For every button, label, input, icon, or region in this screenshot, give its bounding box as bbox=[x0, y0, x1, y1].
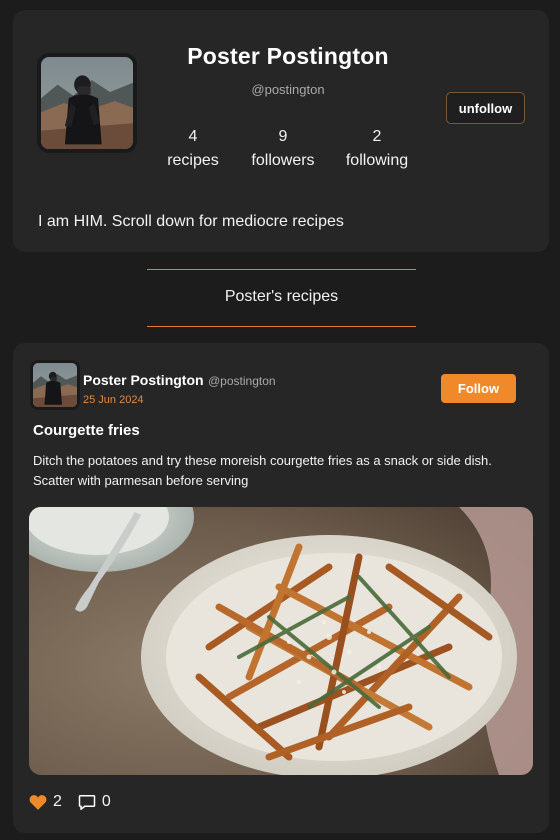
post-date: 25 Jun 2024 bbox=[83, 394, 144, 406]
recipe-photo bbox=[29, 507, 533, 775]
stat-recipes-count: 4 bbox=[188, 128, 198, 145]
profile-handle: @postington bbox=[251, 82, 325, 97]
stat-following[interactable]: 2 following bbox=[339, 125, 415, 173]
post-author-avatar[interactable] bbox=[30, 360, 80, 410]
stat-following-count: 2 bbox=[372, 128, 382, 145]
section-title: Poster's recipes bbox=[224, 288, 339, 305]
recipe-description: Ditch the potatoes and try these moreish… bbox=[33, 453, 492, 488]
recipe-image[interactable] bbox=[29, 507, 533, 775]
comment-count: 0 bbox=[101, 793, 111, 810]
like-button[interactable]: 2 bbox=[29, 793, 62, 811]
stat-recipes-label: recipes bbox=[167, 152, 219, 169]
recipe-title[interactable]: Courgette fries bbox=[33, 422, 140, 439]
heart-icon bbox=[29, 795, 47, 810]
like-count: 2 bbox=[53, 793, 62, 810]
stat-followers-count: 9 bbox=[278, 128, 288, 145]
profile-bio: I am HIM. Scroll down for mediocre recip… bbox=[38, 213, 344, 230]
post-author-handle: @postington bbox=[208, 374, 276, 388]
profile-name: Poster Postington bbox=[187, 43, 389, 69]
profile-page: Poster Postington @postington 4 recipes … bbox=[0, 0, 560, 840]
follow-button[interactable]: Follow bbox=[441, 374, 516, 403]
post-reactions: 2 0 bbox=[29, 791, 111, 813]
avatar-photo bbox=[33, 363, 77, 407]
profile-stats: 4 recipes 9 followers 2 following bbox=[163, 125, 423, 171]
unfollow-button[interactable]: unfollow bbox=[446, 92, 525, 124]
section-divider-top bbox=[147, 269, 416, 270]
post-author-name[interactable]: Poster Postington bbox=[83, 372, 204, 388]
avatar-photo bbox=[41, 57, 133, 149]
stat-followers[interactable]: 9 followers bbox=[243, 125, 323, 173]
recipe-card[interactable]: Poster Postington @postington 25 Jun 202… bbox=[13, 343, 549, 833]
stat-followers-label: followers bbox=[251, 152, 315, 169]
stat-recipes[interactable]: 4 recipes bbox=[158, 125, 228, 173]
stat-following-label: following bbox=[345, 152, 409, 169]
section-divider-bottom bbox=[147, 326, 416, 327]
comment-button[interactable]: 0 bbox=[78, 793, 111, 811]
comment-icon bbox=[78, 794, 96, 810]
profile-card: Poster Postington @postington 4 recipes … bbox=[13, 10, 549, 252]
profile-avatar bbox=[37, 53, 137, 153]
